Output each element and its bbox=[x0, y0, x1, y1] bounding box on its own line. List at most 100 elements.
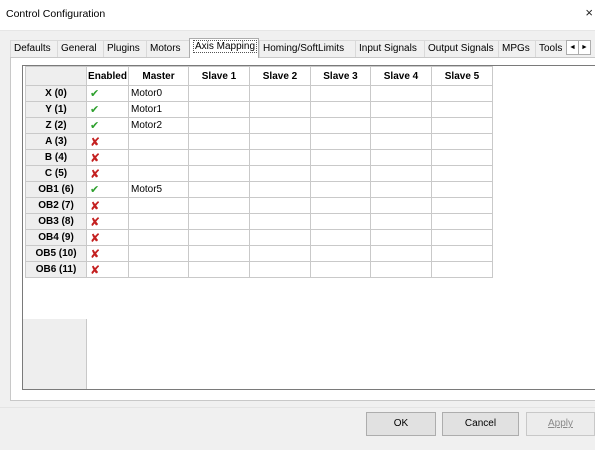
enabled-cell[interactable]: ✘ bbox=[86, 197, 129, 214]
slave-5-cell[interactable] bbox=[431, 149, 493, 166]
slave-3-cell[interactable] bbox=[310, 197, 371, 214]
close-icon[interactable]: × bbox=[585, 5, 593, 20]
slave-3-cell[interactable] bbox=[310, 117, 371, 134]
slave-4-cell[interactable] bbox=[370, 181, 432, 198]
slave-4-cell[interactable] bbox=[370, 85, 432, 102]
slave-1-cell[interactable] bbox=[188, 245, 250, 262]
slave-2-cell[interactable] bbox=[249, 181, 311, 198]
tab-general[interactable]: General bbox=[57, 40, 103, 57]
enabled-cell[interactable]: ✘ bbox=[86, 149, 129, 166]
slave-4-cell[interactable] bbox=[370, 229, 432, 246]
tab-homing-softlimits[interactable]: Homing/SoftLimits bbox=[259, 40, 355, 57]
slave-5-cell[interactable] bbox=[431, 261, 493, 278]
slave-2-cell[interactable] bbox=[249, 229, 311, 246]
slave-4-cell[interactable] bbox=[370, 213, 432, 230]
slave-5-cell[interactable] bbox=[431, 117, 493, 134]
enabled-cell[interactable]: ✘ bbox=[86, 261, 129, 278]
ok-button[interactable]: OK bbox=[366, 412, 436, 436]
slave-2-cell[interactable] bbox=[249, 165, 311, 182]
tab-mpgs[interactable]: MPGs bbox=[498, 40, 535, 57]
enabled-cell[interactable]: ✔ bbox=[86, 181, 129, 198]
slave-1-cell[interactable] bbox=[188, 229, 250, 246]
slave-4-cell[interactable] bbox=[370, 165, 432, 182]
slave-2-cell[interactable] bbox=[249, 261, 311, 278]
slave-4-cell[interactable] bbox=[370, 117, 432, 134]
enabled-cell[interactable]: ✘ bbox=[86, 213, 129, 230]
slave-4-cell[interactable] bbox=[370, 101, 432, 118]
tab-tools[interactable]: Tools bbox=[535, 40, 568, 57]
slave-2-cell[interactable] bbox=[249, 197, 311, 214]
master-cell[interactable] bbox=[128, 149, 189, 166]
slave-3-cell[interactable] bbox=[310, 213, 371, 230]
slave-5-cell[interactable] bbox=[431, 181, 493, 198]
master-cell[interactable] bbox=[128, 229, 189, 246]
tab-plugins[interactable]: Plugins bbox=[103, 40, 146, 57]
slave-2-cell[interactable] bbox=[249, 101, 311, 118]
slave-5-cell[interactable] bbox=[431, 245, 493, 262]
tab-defaults[interactable]: Defaults bbox=[10, 40, 57, 57]
enabled-cell[interactable]: ✘ bbox=[86, 229, 129, 246]
slave-2-cell[interactable] bbox=[249, 133, 311, 150]
slave-1-cell[interactable] bbox=[188, 165, 250, 182]
slave-3-cell[interactable] bbox=[310, 133, 371, 150]
slave-3-cell[interactable] bbox=[310, 165, 371, 182]
enabled-cell[interactable]: ✔ bbox=[86, 117, 129, 134]
slave-1-cell[interactable] bbox=[188, 85, 250, 102]
slave-3-cell[interactable] bbox=[310, 101, 371, 118]
enabled-cell[interactable]: ✔ bbox=[86, 85, 129, 102]
slave-3-cell[interactable] bbox=[310, 229, 371, 246]
enabled-cell[interactable]: ✘ bbox=[86, 133, 129, 150]
slave-4-cell[interactable] bbox=[370, 149, 432, 166]
slave-3-cell[interactable] bbox=[310, 245, 371, 262]
master-cell[interactable]: Motor2 bbox=[128, 117, 189, 134]
slave-5-cell[interactable] bbox=[431, 85, 493, 102]
slave-1-cell[interactable] bbox=[188, 197, 250, 214]
slave-5-cell[interactable] bbox=[431, 197, 493, 214]
slave-1-cell[interactable] bbox=[188, 117, 250, 134]
slave-3-cell[interactable] bbox=[310, 181, 371, 198]
scroll-right-icon[interactable]: ► bbox=[579, 41, 590, 54]
slave-4-cell[interactable] bbox=[370, 261, 432, 278]
tab-output-signals[interactable]: Output Signals bbox=[424, 40, 498, 57]
slave-1-cell[interactable] bbox=[188, 149, 250, 166]
slave-4-cell[interactable] bbox=[370, 197, 432, 214]
enabled-cell[interactable]: ✔ bbox=[86, 101, 129, 118]
slave-5-cell[interactable] bbox=[431, 101, 493, 118]
slave-2-cell[interactable] bbox=[249, 85, 311, 102]
master-cell[interactable] bbox=[128, 261, 189, 278]
slave-2-cell[interactable] bbox=[249, 245, 311, 262]
tab-motors[interactable]: Motors bbox=[146, 40, 189, 57]
slave-3-cell[interactable] bbox=[310, 85, 371, 102]
master-cell[interactable]: Motor5 bbox=[128, 181, 189, 198]
master-cell[interactable] bbox=[128, 213, 189, 230]
enabled-cell[interactable]: ✘ bbox=[86, 245, 129, 262]
slave-1-cell[interactable] bbox=[188, 213, 250, 230]
master-cell[interactable] bbox=[128, 245, 189, 262]
slave-2-cell[interactable] bbox=[249, 149, 311, 166]
slave-4-cell[interactable] bbox=[370, 133, 432, 150]
cancel-button[interactable]: Cancel bbox=[442, 412, 519, 436]
master-cell[interactable] bbox=[128, 197, 189, 214]
slave-4-cell[interactable] bbox=[370, 245, 432, 262]
slave-2-cell[interactable] bbox=[249, 117, 311, 134]
master-cell[interactable] bbox=[128, 165, 189, 182]
slave-5-cell[interactable] bbox=[431, 229, 493, 246]
slave-5-cell[interactable] bbox=[431, 133, 493, 150]
tab-input-signals[interactable]: Input Signals bbox=[355, 40, 424, 57]
master-cell[interactable] bbox=[128, 133, 189, 150]
slave-1-cell[interactable] bbox=[188, 261, 250, 278]
scroll-left-icon[interactable]: ◄ bbox=[567, 41, 579, 54]
master-cell[interactable]: Motor0 bbox=[128, 85, 189, 102]
slave-1-cell[interactable] bbox=[188, 101, 250, 118]
enabled-cell[interactable]: ✘ bbox=[86, 165, 129, 182]
slave-3-cell[interactable] bbox=[310, 261, 371, 278]
tab-axis-mapping[interactable]: Axis Mapping bbox=[189, 38, 259, 58]
master-cell[interactable]: Motor1 bbox=[128, 101, 189, 118]
slave-5-cell[interactable] bbox=[431, 165, 493, 182]
slave-1-cell[interactable] bbox=[188, 133, 250, 150]
apply-button[interactable]: Apply bbox=[526, 412, 595, 436]
slave-5-cell[interactable] bbox=[431, 213, 493, 230]
slave-3-cell[interactable] bbox=[310, 149, 371, 166]
slave-1-cell[interactable] bbox=[188, 181, 250, 198]
slave-2-cell[interactable] bbox=[249, 213, 311, 230]
